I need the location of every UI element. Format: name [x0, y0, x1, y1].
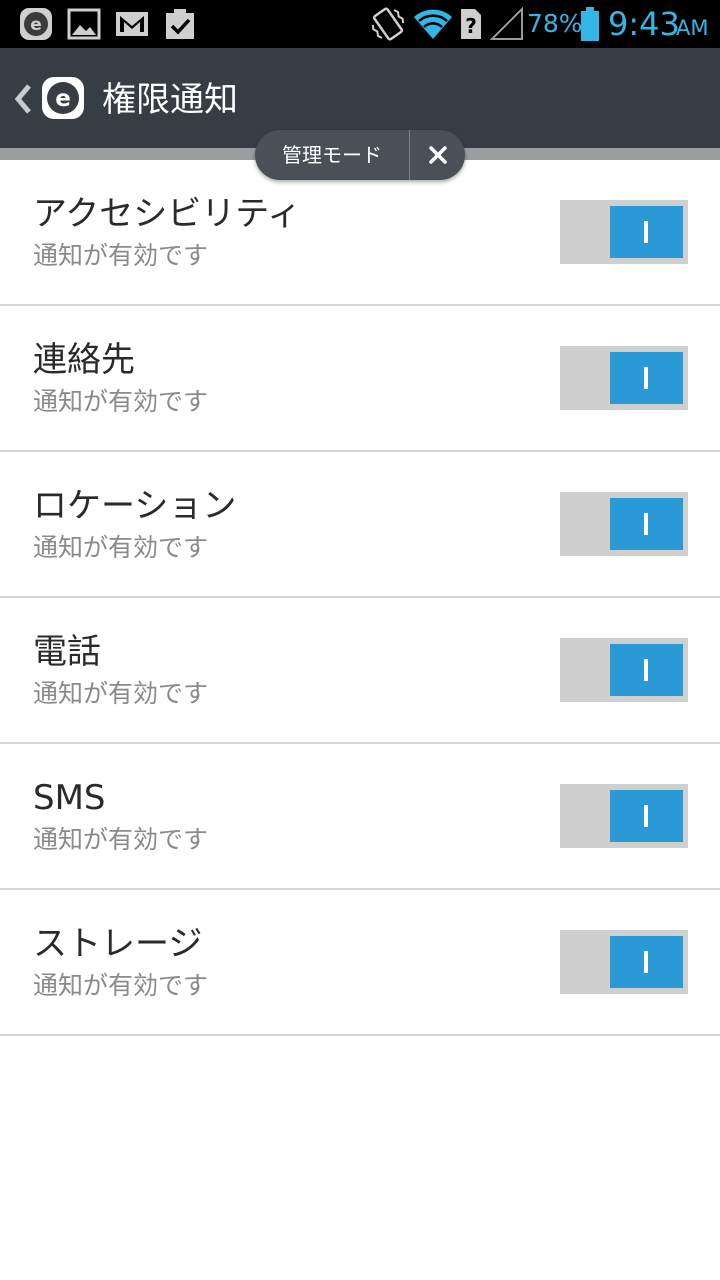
vibrate-icon [370, 0, 406, 48]
permission-list: アクセシビリティ 通知が有効です 連絡先 通知が有効です ロケーション 通知が有… [0, 160, 720, 1036]
wifi-icon [412, 0, 454, 48]
permission-title: アクセシビリティ [33, 194, 302, 234]
permission-toggle[interactable] [560, 200, 688, 264]
permission-title: 連絡先 [33, 340, 135, 380]
permission-toggle[interactable] [560, 638, 688, 702]
toggle-on-mark [644, 367, 648, 389]
list-item[interactable]: 連絡先 通知が有効です [0, 306, 720, 452]
permission-toggle[interactable] [560, 492, 688, 556]
toggle-thumb [610, 206, 683, 258]
battery-percent: 78% [527, 9, 583, 38]
svg-text:e: e [55, 86, 71, 112]
list-item[interactable]: アクセシビリティ 通知が有効です [0, 160, 720, 306]
signal-icon [490, 0, 524, 48]
list-item[interactable]: ストレージ 通知が有効です [0, 890, 720, 1036]
svg-text:e: e [30, 15, 42, 35]
permission-status: 通知が有効です [33, 679, 209, 708]
toggle-on-mark [644, 951, 648, 973]
permission-toggle[interactable] [560, 930, 688, 994]
list-item[interactable]: ロケーション 通知が有効です [0, 452, 720, 598]
list-item[interactable]: 電話 通知が有効です [0, 598, 720, 744]
permission-status: 通知が有効です [33, 825, 209, 854]
eset-notification-icon: e [18, 0, 54, 48]
image-icon [67, 0, 101, 48]
permission-title: ストレージ [33, 924, 203, 964]
clock-time: 9:43 [608, 5, 680, 43]
permission-status: 通知が有効です [33, 241, 209, 270]
toggle-thumb [610, 352, 683, 404]
clipboard-check-icon [163, 0, 197, 48]
eset-logo-icon[interactable]: e [40, 75, 86, 125]
list-item[interactable]: SMS 通知が有効です [0, 744, 720, 890]
permission-status: 通知が有効です [33, 533, 209, 562]
gmail-icon [114, 0, 150, 48]
toggle-thumb [610, 936, 683, 988]
battery-icon [580, 0, 600, 48]
toggle-thumb [610, 498, 683, 550]
permission-title: SMS [33, 778, 106, 818]
page-title: 権限通知 [102, 80, 238, 120]
toggle-on-mark [644, 805, 648, 827]
toggle-on-mark [644, 659, 648, 681]
toggle-thumb [610, 644, 683, 696]
back-chevron-icon[interactable] [12, 82, 34, 120]
permission-title: ロケーション [33, 486, 237, 526]
svg-text:?: ? [465, 14, 477, 38]
toggle-on-mark [644, 513, 648, 535]
status-bar: e ? 78% 9:43 AM [0, 0, 720, 48]
permission-toggle[interactable] [560, 784, 688, 848]
permission-status: 通知が有効です [33, 387, 209, 416]
toggle-on-mark [644, 221, 648, 243]
clock-ampm: AM [676, 16, 709, 40]
no-sim-icon: ? [458, 0, 484, 48]
permission-status: 通知が有効です [33, 971, 209, 1000]
toggle-thumb [610, 790, 683, 842]
permission-title: 電話 [33, 632, 101, 672]
permission-toggle[interactable] [560, 346, 688, 410]
